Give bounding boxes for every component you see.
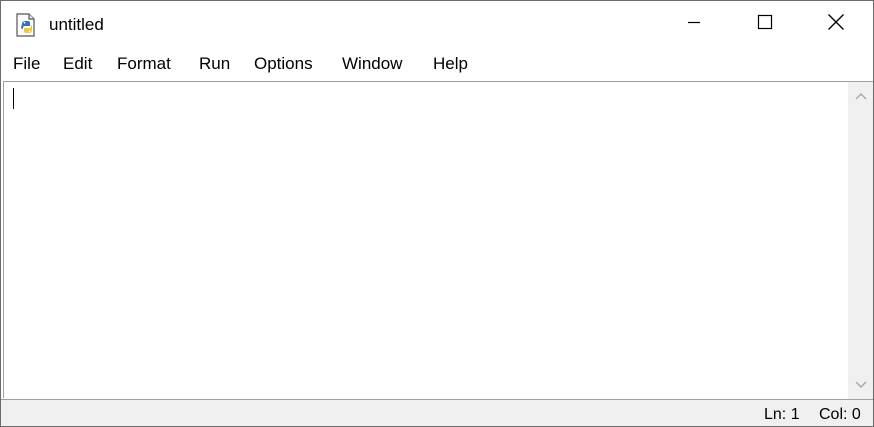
python-file-icon [13,12,39,38]
scroll-up-button[interactable] [848,84,873,108]
vertical-scrollbar[interactable] [848,81,873,399]
menu-window[interactable]: Window [340,49,404,79]
chevron-down-icon [855,376,867,394]
maximize-button[interactable] [730,1,800,47]
editor-window: untitled File Edit Format Run Options Wi… [0,0,874,427]
status-line-number: Ln: 1 [764,406,800,423]
text-caret [13,88,14,109]
menu-bar: File Edit Format Run Options Window Help [1,49,873,79]
minimize-icon [687,15,701,34]
maximize-icon [757,14,773,35]
menu-edit[interactable]: Edit [61,49,94,79]
close-icon [827,13,845,36]
scroll-down-button[interactable] [848,373,873,397]
chevron-up-icon [855,87,867,105]
menu-help[interactable]: Help [431,49,470,79]
minimize-button[interactable] [659,1,729,47]
menu-options[interactable]: Options [252,49,315,79]
menu-format[interactable]: Format [115,49,173,79]
menu-run[interactable]: Run [197,49,232,79]
window-title: untitled [49,15,104,34]
menu-file[interactable]: File [11,49,42,79]
title-bar[interactable]: untitled [1,1,873,47]
text-editor-area[interactable] [3,81,848,398]
close-button[interactable] [801,1,871,47]
status-bar: Ln: 1 Col: 0 [1,399,873,426]
status-column-number: Col: 0 [819,406,861,423]
